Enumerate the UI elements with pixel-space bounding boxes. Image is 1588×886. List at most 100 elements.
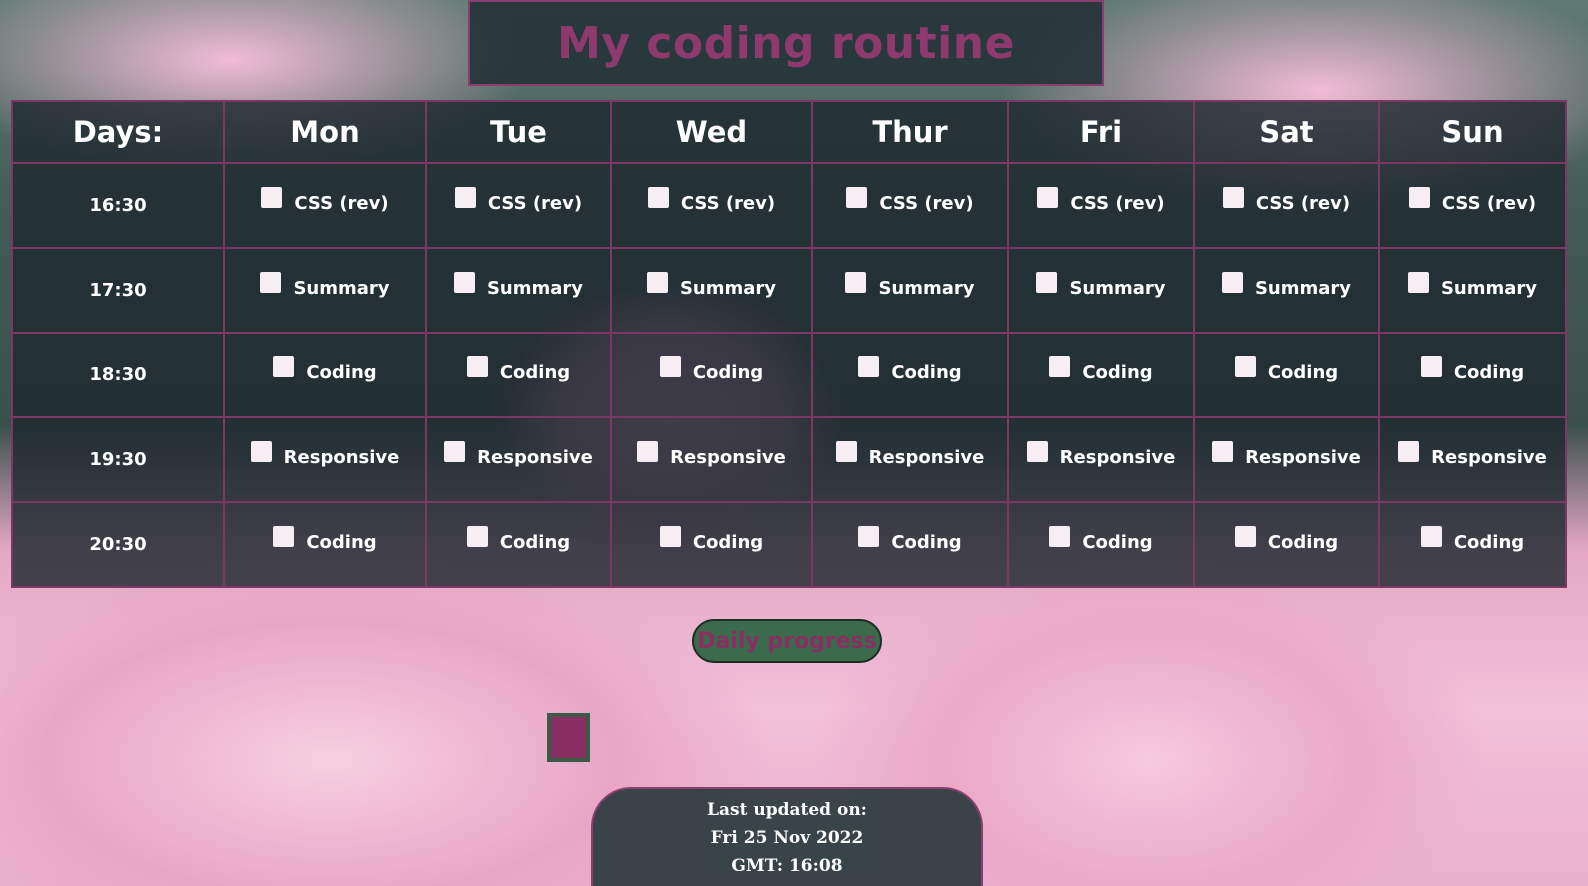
- task-item: CSS (rev): [647, 186, 775, 214]
- task-cell: Responsive: [811, 416, 1009, 504]
- task-cell: Coding: [610, 331, 813, 419]
- task-checkbox[interactable]: [1234, 526, 1256, 548]
- task-cell: Coding: [1378, 331, 1567, 419]
- task-label: Coding: [692, 362, 764, 384]
- task-item: CSS (rev): [1222, 186, 1350, 214]
- table-row: 16:30 CSS (rev) CSS (rev) CSS (rev) CSS (rev…: [11, 162, 1567, 249]
- task-label: CSS (rev): [487, 192, 583, 214]
- task-checkbox[interactable]: [1407, 271, 1429, 293]
- task-cell: CSS (rev): [811, 162, 1009, 249]
- task-label: Coding: [1267, 532, 1339, 554]
- task-checkbox[interactable]: [1221, 271, 1243, 293]
- task-label: Summary: [486, 277, 584, 299]
- task-checkbox[interactable]: [1049, 356, 1071, 378]
- task-label: Coding: [1453, 532, 1525, 554]
- task-checkbox[interactable]: [646, 271, 668, 293]
- time-slot: 19:30: [11, 416, 225, 504]
- task-checkbox[interactable]: [846, 186, 868, 208]
- task-label: Coding: [499, 362, 571, 384]
- task-checkbox[interactable]: [261, 186, 283, 208]
- task-checkbox[interactable]: [1420, 356, 1442, 378]
- task-item: CSS (rev): [454, 186, 583, 214]
- task-checkbox[interactable]: [466, 356, 488, 378]
- task-label: Coding: [1267, 362, 1339, 384]
- task-checkbox[interactable]: [1420, 526, 1442, 548]
- days-header: Days:: [11, 100, 225, 164]
- task-checkbox[interactable]: [835, 441, 857, 463]
- task-checkbox[interactable]: [659, 356, 681, 378]
- task-label: Coding: [1453, 362, 1525, 384]
- task-item: Coding: [858, 526, 962, 553]
- task-checkbox[interactable]: [453, 271, 475, 293]
- task-item: CSS (rev): [1037, 186, 1165, 214]
- task-checkbox[interactable]: [858, 526, 880, 548]
- table-row: 17:30 Summary Summary Summary Summary Summary…: [11, 246, 1567, 334]
- task-item: Coding: [1420, 526, 1525, 554]
- task-label: Summary: [1440, 277, 1538, 299]
- task-checkbox[interactable]: [250, 441, 272, 463]
- task-label: Coding: [306, 362, 377, 384]
- task-checkbox[interactable]: [1212, 441, 1234, 463]
- task-checkbox[interactable]: [273, 356, 295, 378]
- task-cell: CSS (rev): [1378, 162, 1567, 249]
- task-cell: Responsive: [425, 416, 612, 504]
- daily-progress-button[interactable]: Daily progress: [692, 619, 882, 663]
- day-header-thur: Thur: [811, 100, 1009, 164]
- task-checkbox[interactable]: [1049, 526, 1071, 548]
- task-item: CSS (rev): [846, 186, 974, 214]
- task-cell: Responsive: [223, 416, 427, 504]
- task-item: Coding: [273, 356, 377, 384]
- task-checkbox[interactable]: [647, 186, 669, 208]
- task-checkbox[interactable]: [444, 441, 466, 463]
- task-checkbox[interactable]: [273, 526, 295, 548]
- day-header-wed: Wed: [610, 100, 813, 164]
- task-cell: Summary: [1007, 246, 1195, 334]
- task-checkbox[interactable]: [858, 356, 880, 378]
- task-cell: Coding: [425, 501, 612, 588]
- task-item: Coding: [659, 356, 764, 384]
- task-item: Summary: [1221, 271, 1351, 299]
- task-checkbox[interactable]: [454, 186, 476, 208]
- task-checkbox[interactable]: [637, 441, 659, 463]
- task-cell: Responsive: [610, 416, 813, 504]
- task-cell: CSS (rev): [223, 162, 427, 249]
- task-cell: CSS (rev): [1007, 162, 1195, 249]
- task-checkbox[interactable]: [1036, 271, 1058, 293]
- task-item: Summary: [845, 271, 975, 299]
- task-item: Coding: [659, 526, 763, 553]
- last-updated-panel: Last updated on: Fri 25 Nov 2022 GMT: 16…: [591, 787, 983, 886]
- task-cell: CSS (rev): [425, 162, 612, 249]
- task-item: Summary: [1036, 271, 1166, 299]
- task-checkbox[interactable]: [1398, 441, 1420, 463]
- time-slot: 17:30: [11, 246, 225, 334]
- task-label: Responsive: [868, 447, 985, 469]
- time-slot: 18:30: [11, 331, 225, 419]
- task-checkbox[interactable]: [659, 526, 681, 548]
- task-cell: Coding: [1378, 501, 1567, 588]
- task-label: Responsive: [1059, 447, 1176, 469]
- task-cell: CSS (rev): [1193, 162, 1380, 249]
- task-item: Responsive: [1398, 441, 1547, 468]
- task-item: Coding: [1234, 356, 1339, 384]
- task-cell: Summary: [1193, 246, 1380, 334]
- task-checkbox[interactable]: [1234, 356, 1256, 378]
- routine-table: Days: Mon Tue Wed Thur Fri Sat Sun 16:30 CSS (r…: [11, 100, 1567, 588]
- task-label: Summary: [1069, 277, 1166, 299]
- task-checkbox[interactable]: [1026, 441, 1048, 463]
- task-checkbox[interactable]: [466, 526, 488, 548]
- task-cell: Responsive: [1378, 416, 1567, 504]
- day-header-tue: Tue: [425, 100, 612, 164]
- time-slot: 16:30: [11, 162, 225, 249]
- task-checkbox[interactable]: [1037, 186, 1059, 208]
- task-cell: Summary: [1378, 246, 1567, 334]
- task-item: Responsive: [1212, 441, 1361, 468]
- task-cell: Summary: [223, 246, 427, 334]
- task-cell: Coding: [223, 501, 427, 588]
- task-label: CSS (rev): [1070, 192, 1165, 214]
- task-checkbox[interactable]: [1222, 186, 1244, 208]
- task-checkbox[interactable]: [1408, 186, 1430, 208]
- task-item: Summary: [1407, 271, 1538, 299]
- task-label: Summary: [293, 277, 390, 299]
- task-checkbox[interactable]: [260, 271, 282, 293]
- task-checkbox[interactable]: [845, 271, 867, 293]
